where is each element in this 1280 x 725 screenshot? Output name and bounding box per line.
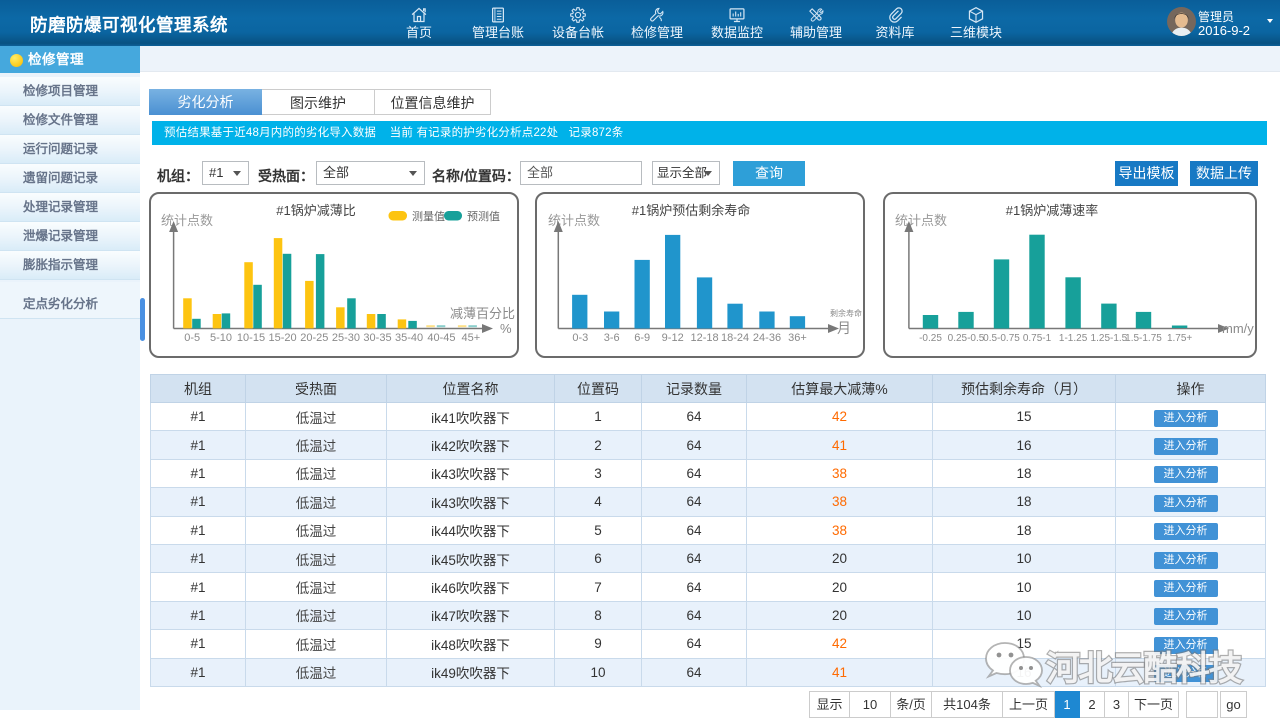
svg-text:剩余寿命: 剩余寿命 [830,308,862,318]
svg-text:35-40: 35-40 [395,332,423,344]
svg-text:24-36: 24-36 [753,332,781,344]
svg-text:36+: 36+ [788,332,807,344]
svg-text:12-18: 12-18 [691,332,719,344]
svg-text:20-25: 20-25 [300,332,328,344]
svg-text:30-35: 30-35 [363,332,391,344]
svg-text:0.75-1: 0.75-1 [1023,333,1052,344]
svg-text:0-5: 0-5 [184,332,200,344]
svg-text:6-9: 6-9 [634,332,650,344]
svg-text:统计点数: 统计点数 [161,213,213,228]
svg-text:-0.25: -0.25 [919,333,942,344]
svg-text:1.5-1.75: 1.5-1.75 [1125,333,1162,344]
svg-text:#1锅炉减薄比: #1锅炉减薄比 [276,203,355,218]
svg-text:0.5-0.75: 0.5-0.75 [983,333,1020,344]
svg-text:统计点数: 统计点数 [895,213,947,228]
svg-text:1.25-1.5: 1.25-1.5 [1091,333,1128,344]
svg-text:预测值: 预测值 [467,210,500,223]
svg-text:1.75+: 1.75+ [1167,333,1192,344]
svg-text:1-1.25: 1-1.25 [1059,333,1088,344]
svg-text:减薄百分比: 减薄百分比 [450,306,515,321]
svg-text:mm/y: mm/y [1222,321,1254,336]
svg-text:25-30: 25-30 [332,332,360,344]
svg-text:10-15: 10-15 [237,332,265,344]
svg-text:5-10: 5-10 [210,332,232,344]
svg-text:#1锅炉减薄速率: #1锅炉减薄速率 [1006,203,1098,218]
svg-text:9-12: 9-12 [662,332,684,344]
svg-text:18-24: 18-24 [721,332,749,344]
svg-text:月: 月 [837,320,851,336]
svg-text:测量值: 测量值 [412,210,445,223]
svg-text:45+: 45+ [461,332,480,344]
svg-text:0.25-0.5: 0.25-0.5 [948,333,985,344]
svg-text:河北云酷科技: 河北云酷科技 [1046,650,1242,688]
svg-text:3-6: 3-6 [604,332,620,344]
svg-text:%: % [500,321,512,336]
svg-text:0-3: 0-3 [572,332,588,344]
svg-text:统计点数: 统计点数 [548,213,600,228]
svg-text:#1锅炉预估剩余寿命: #1锅炉预估剩余寿命 [632,203,750,218]
svg-text:15-20: 15-20 [269,332,297,344]
svg-text:40-45: 40-45 [427,332,455,344]
